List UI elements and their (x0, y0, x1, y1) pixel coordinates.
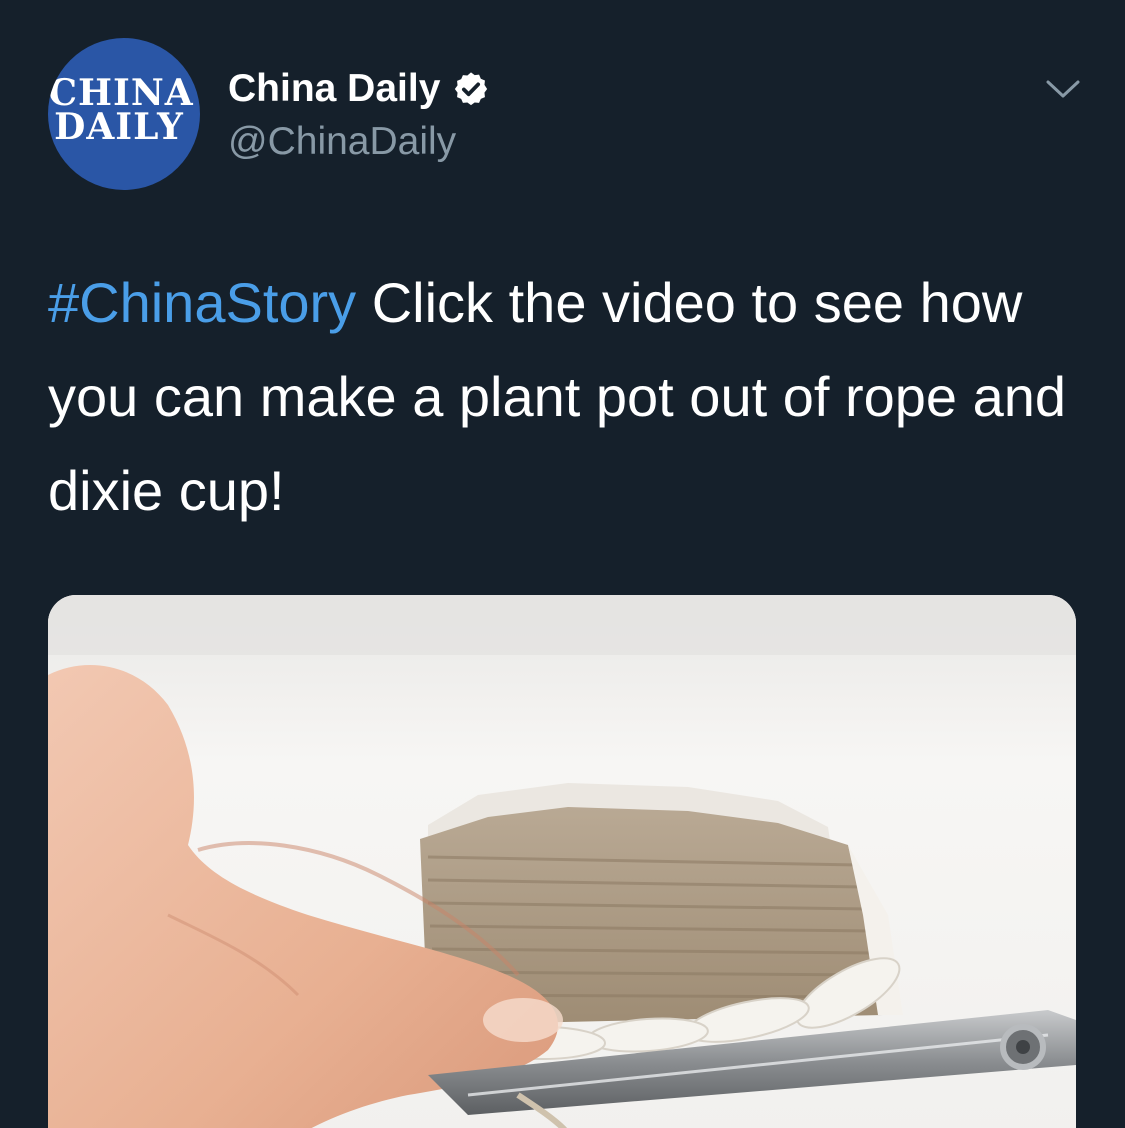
video-frame-illustration (48, 595, 1076, 1128)
display-name[interactable]: China Daily (228, 67, 440, 111)
avatar-logo-line2: DAILY (54, 106, 184, 148)
avatar[interactable]: CHINA DAILY (48, 38, 200, 190)
verified-badge-icon (455, 72, 488, 106)
avatar-logo: CHINA DAILY (48, 72, 200, 148)
author-handle[interactable]: @ChinaDaily (228, 120, 456, 164)
author-name-row[interactable]: China Daily (228, 66, 490, 112)
tweet-text: #ChinaStory Click the video to see how y… (48, 256, 1088, 538)
avatar-logo-line1: CHINA (48, 72, 194, 114)
hashtag-link[interactable]: #ChinaStory (48, 271, 356, 334)
video-thumbnail[interactable] (48, 595, 1076, 1128)
chevron-down-icon[interactable] (1040, 72, 1086, 108)
tweet-card: CHINA DAILY China Daily @ChinaDaily #Chi… (0, 0, 1125, 1128)
